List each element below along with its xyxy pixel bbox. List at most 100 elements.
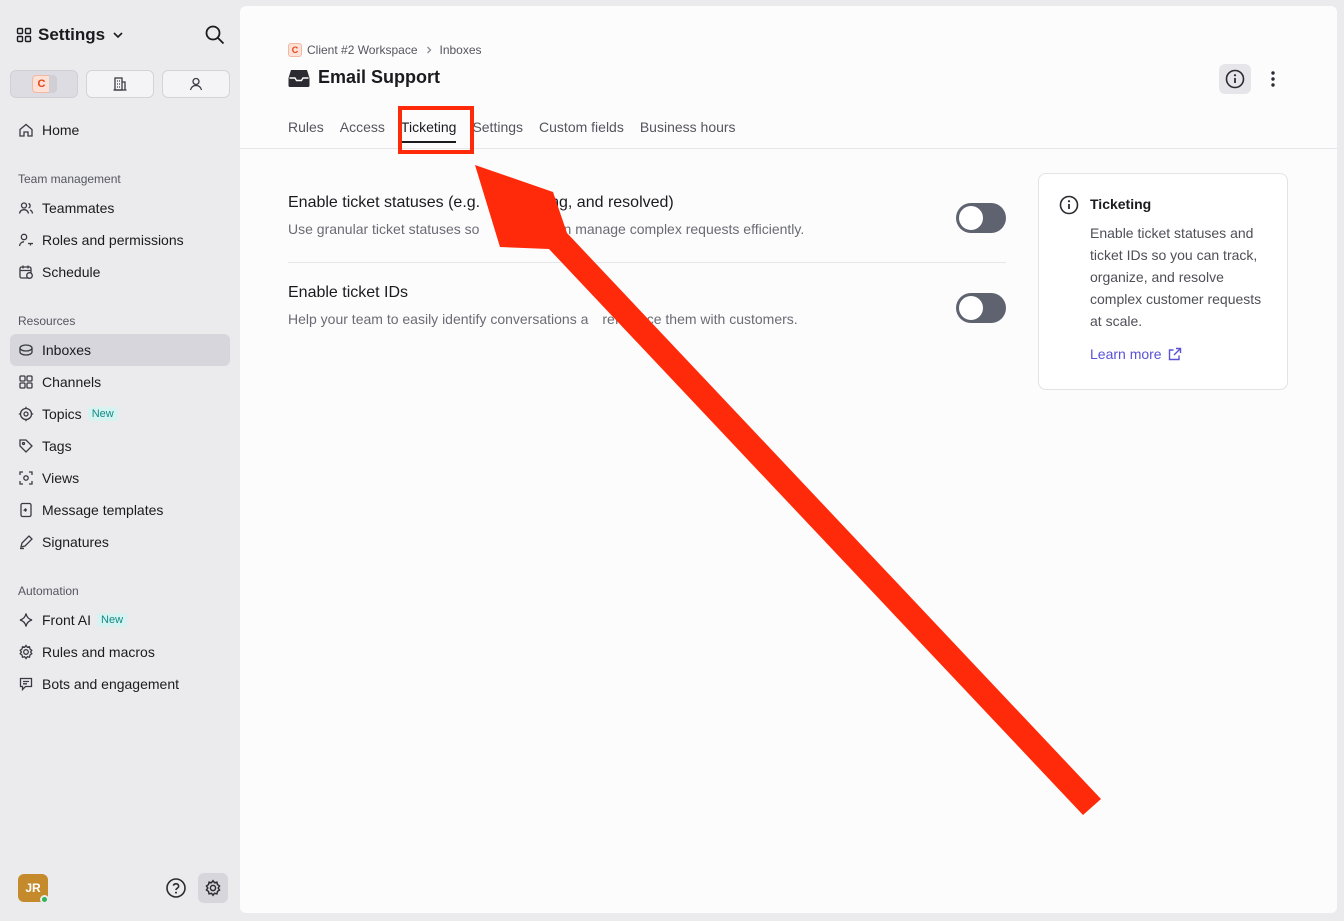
settings-button[interactable] xyxy=(198,873,228,903)
sidebar-item-label: Message templates xyxy=(42,502,164,518)
setting-description: Use granular ticket statuses so am can ma… xyxy=(288,221,805,237)
sidebar-item-tags[interactable]: Tags xyxy=(10,430,230,462)
info-button[interactable] xyxy=(1219,64,1251,94)
inbox-icon xyxy=(19,344,33,356)
sidebar-item-rules-macros[interactable]: Rules and macros xyxy=(10,636,230,668)
sidebar-item-message-templates[interactable]: Message templates xyxy=(10,494,230,526)
sidebar-item-label: Schedule xyxy=(42,264,101,280)
tab-business-hours[interactable]: Business hours xyxy=(640,114,736,140)
tab-settings[interactable]: Settings xyxy=(472,114,523,140)
sidebar-item-label: Tags xyxy=(42,438,72,454)
setting-description: Help your team to easily identify conver… xyxy=(288,311,798,327)
sidebar-footer: JR xyxy=(18,873,228,904)
sidebar-item-label: Teammates xyxy=(42,200,115,216)
tab-custom-fields[interactable]: Custom fields xyxy=(539,114,624,140)
ticket-ids-toggle[interactable] xyxy=(956,293,1006,323)
online-status-dot xyxy=(40,895,49,904)
sidebar-title: Settings xyxy=(38,25,106,44)
breadcrumb-inboxes[interactable]: Inboxes xyxy=(440,43,482,57)
setting-ticket-ids: Enable ticket IDs Help your team to easi… xyxy=(288,284,1006,327)
ticket-statuses-toggle[interactable] xyxy=(956,203,1006,233)
new-badge: New xyxy=(87,407,118,421)
users-icon xyxy=(18,202,34,214)
workspace-stack xyxy=(48,75,57,93)
toggle-knob xyxy=(959,206,983,230)
setting-ticket-statuses: Enable ticket statuses (e.g. waiting, and… xyxy=(288,194,1006,237)
sidebar-item-label: Home xyxy=(42,122,80,138)
info-icon xyxy=(1225,69,1245,89)
view-icon xyxy=(19,471,33,485)
sidebar-item-bots-engagement[interactable]: Bots and engagement xyxy=(10,668,230,700)
sidebar: Settings C Home Team management Teammate… xyxy=(0,0,240,921)
settings-menu[interactable]: Settings xyxy=(16,22,230,48)
learn-more-label: Learn more xyxy=(1090,346,1162,362)
sidebar-item-teammates[interactable]: Teammates xyxy=(10,192,230,224)
setting-title: Enable ticket IDs xyxy=(288,284,409,301)
sidebar-item-label: Front AI xyxy=(42,612,92,628)
tab-bar: Rules Access Ticketing Settings Custom f… xyxy=(288,114,752,150)
sidebar-item-inboxes[interactable]: Inboxes xyxy=(10,334,230,366)
setting-divider xyxy=(288,262,1006,263)
sidebar-item-label: Topics xyxy=(42,406,82,422)
pen-icon xyxy=(20,535,33,550)
setting-title: Enable ticket statuses (e.g. waiting, and… xyxy=(288,194,674,211)
section-label-automation: Automation xyxy=(18,584,79,598)
inbox-tray-icon xyxy=(288,69,310,87)
chevron-down-icon xyxy=(113,32,123,39)
section-label-resources: Resources xyxy=(18,314,76,328)
cog-icon xyxy=(19,644,33,660)
tab-rules[interactable]: Rules xyxy=(288,114,324,140)
tab-access[interactable]: Access xyxy=(340,114,385,140)
sidebar-item-label: Bots and engagement xyxy=(42,676,179,692)
sidebar-item-signatures[interactable]: Signatures xyxy=(10,526,230,558)
sparkle-icon xyxy=(19,613,33,627)
sidebar-item-topics[interactable]: Topics New xyxy=(10,398,230,430)
toggle-knob xyxy=(959,296,983,320)
calendar-clock-icon xyxy=(19,265,33,279)
sidebar-item-roles[interactable]: Roles and permissions xyxy=(10,224,230,256)
grid-icon xyxy=(19,375,33,389)
ticketing-info-card: Ticketing Enable ticket statuses and tic… xyxy=(1038,173,1288,390)
sidebar-item-schedule[interactable]: Schedule xyxy=(10,256,230,288)
apps-icon xyxy=(16,27,32,43)
home-icon xyxy=(19,123,33,137)
scope-personal-button[interactable] xyxy=(162,70,230,98)
sidebar-item-front-ai[interactable]: Front AI New xyxy=(10,604,230,636)
scope-workspace-button[interactable]: C xyxy=(10,70,78,98)
tag-icon xyxy=(19,439,33,453)
info-icon xyxy=(1059,195,1079,215)
card-body: Enable ticket statuses and ticket IDs so… xyxy=(1090,225,1262,329)
sidebar-item-label: Views xyxy=(42,470,80,486)
new-badge: New xyxy=(97,613,128,627)
scope-company-button[interactable] xyxy=(86,70,154,98)
sidebar-item-views[interactable]: Views xyxy=(10,462,230,494)
page-title: Email Support xyxy=(288,67,440,88)
search-icon[interactable] xyxy=(204,24,226,46)
more-options-button[interactable] xyxy=(1260,64,1286,94)
user-key-icon xyxy=(18,233,33,247)
sidebar-item-label: Inboxes xyxy=(42,342,92,358)
annotation-highlight-box xyxy=(398,106,474,154)
card-title: Ticketing xyxy=(1090,196,1152,212)
sidebar-item-label: Roles and permissions xyxy=(42,232,184,248)
learn-more-link[interactable]: Learn more xyxy=(1090,346,1182,362)
breadcrumb-workspace[interactable]: Client #2 Workspace xyxy=(307,43,418,57)
breadcrumb: C Client #2 Workspace Inboxes xyxy=(288,43,482,57)
sidebar-item-home[interactable]: Home xyxy=(10,114,230,146)
template-icon xyxy=(20,502,32,518)
gear-icon xyxy=(205,879,221,897)
sidebar-item-label: Rules and macros xyxy=(42,644,155,660)
more-vertical-icon xyxy=(1271,71,1275,87)
building-icon xyxy=(113,77,127,91)
chevron-right-icon xyxy=(426,46,431,54)
inbox-name: Email Support xyxy=(318,67,441,87)
person-icon xyxy=(189,77,203,91)
help-icon[interactable] xyxy=(165,877,187,899)
sidebar-item-label: Signatures xyxy=(42,534,109,550)
section-label-team-management: Team management xyxy=(18,172,121,186)
target-icon xyxy=(18,406,34,422)
workspace-chip: C xyxy=(288,43,302,57)
scope-switcher: C xyxy=(10,70,230,98)
sidebar-item-channels[interactable]: Channels xyxy=(10,366,230,398)
sidebar-item-label: Channels xyxy=(42,374,102,390)
